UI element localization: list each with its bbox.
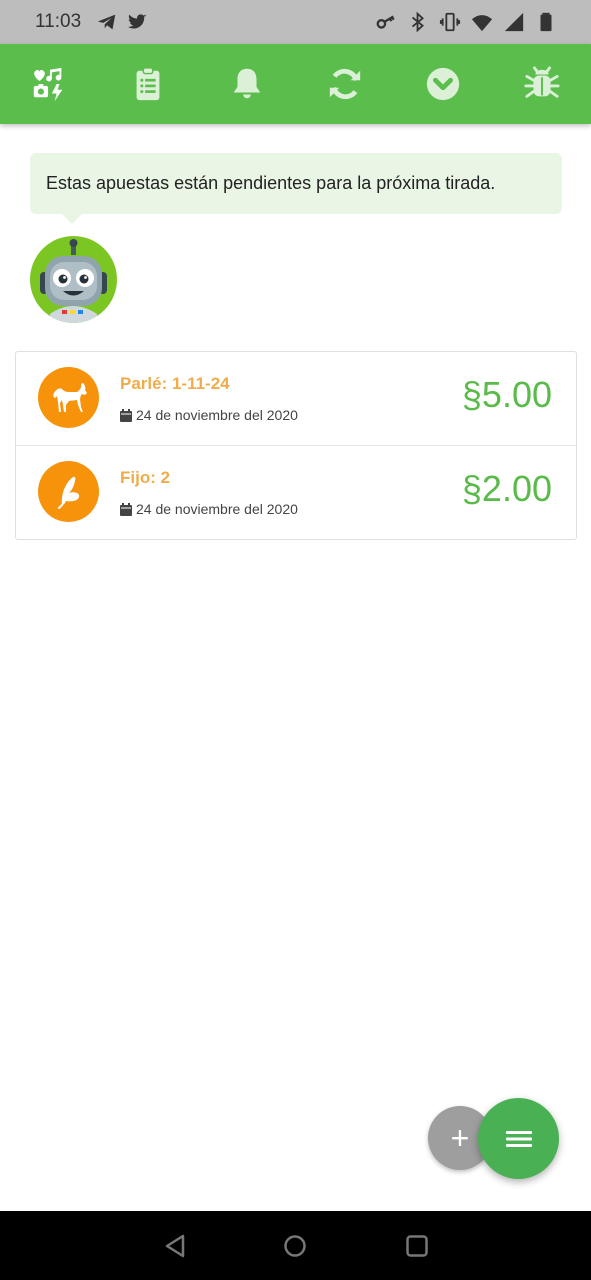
bet-item[interactable]: Parlé: 1-11-24 24 de noviembre del 2020 … [16, 352, 576, 445]
status-bar: 11:03 [0, 0, 591, 44]
recents-square-icon [406, 1235, 428, 1257]
horse-icon [52, 382, 87, 412]
bet-avatar [38, 367, 99, 428]
report-bug-tab[interactable] [522, 64, 562, 104]
plus-icon: + [450, 1119, 470, 1156]
menu-button[interactable] [478, 1098, 559, 1179]
vpn-key-icon [376, 15, 395, 29]
twitter-icon [128, 14, 147, 29]
bet-avatar [38, 461, 99, 522]
system-nav-bar [0, 1211, 591, 1280]
butterfly-icon [57, 476, 79, 509]
notifications-tab[interactable] [227, 64, 267, 104]
home-circle-icon [284, 1235, 306, 1257]
bet-amount: §5.00 [461, 374, 552, 415]
sync-tab[interactable] [325, 64, 365, 104]
nav-back-button[interactable] [161, 1231, 191, 1261]
bet-item[interactable]: Fijo: 2 24 de noviembre del 2020 §2.00 [16, 445, 576, 539]
bet-date-text: 24 de noviembre del 2020 [136, 501, 298, 517]
pending-bets-list: Parlé: 1-11-24 24 de noviembre del 2020 … [15, 351, 577, 540]
robot-avatar [30, 236, 117, 323]
bot-message-bubble: Estas apuestas están pendientes para la … [30, 153, 562, 214]
telegram-icon [97, 14, 116, 30]
bet-date-text: 24 de noviembre del 2020 [136, 407, 298, 423]
bot-message-text: Estas apuestas están pendientes para la … [46, 173, 496, 193]
bug-icon [524, 66, 560, 98]
bet-title: Parlé: 1-11-24 [120, 374, 230, 393]
bet-date: 24 de noviembre del 2020 [120, 407, 298, 423]
bluetooth-icon [411, 11, 424, 33]
back-triangle-icon [165, 1234, 185, 1258]
nav-home-button[interactable] [280, 1231, 310, 1261]
bet-title: Fijo: 2 [120, 468, 171, 487]
calendar-icon [120, 502, 132, 516]
nav-recents-button[interactable] [402, 1231, 432, 1261]
collapse-tab[interactable] [423, 64, 463, 104]
battery-icon [540, 12, 552, 32]
chevron-circle-down-icon [426, 67, 460, 101]
signal-icon [504, 12, 524, 32]
clipboard-list-icon [136, 67, 160, 101]
vibrate-icon [439, 12, 461, 32]
sync-icon [329, 68, 361, 100]
games-tab[interactable] [29, 64, 69, 104]
bubble-tail [62, 214, 82, 224]
status-time: 11:03 [35, 11, 82, 32]
top-toolbar [0, 44, 591, 124]
bet-date: 24 de noviembre del 2020 [120, 501, 298, 517]
menu-icon [505, 1130, 532, 1147]
calendar-icon [120, 408, 132, 422]
bet-amount: §2.00 [461, 468, 552, 509]
pending-tab[interactable] [128, 64, 168, 104]
wifi-icon [471, 15, 493, 32]
games-icon [33, 67, 63, 102]
bell-icon [233, 68, 261, 99]
